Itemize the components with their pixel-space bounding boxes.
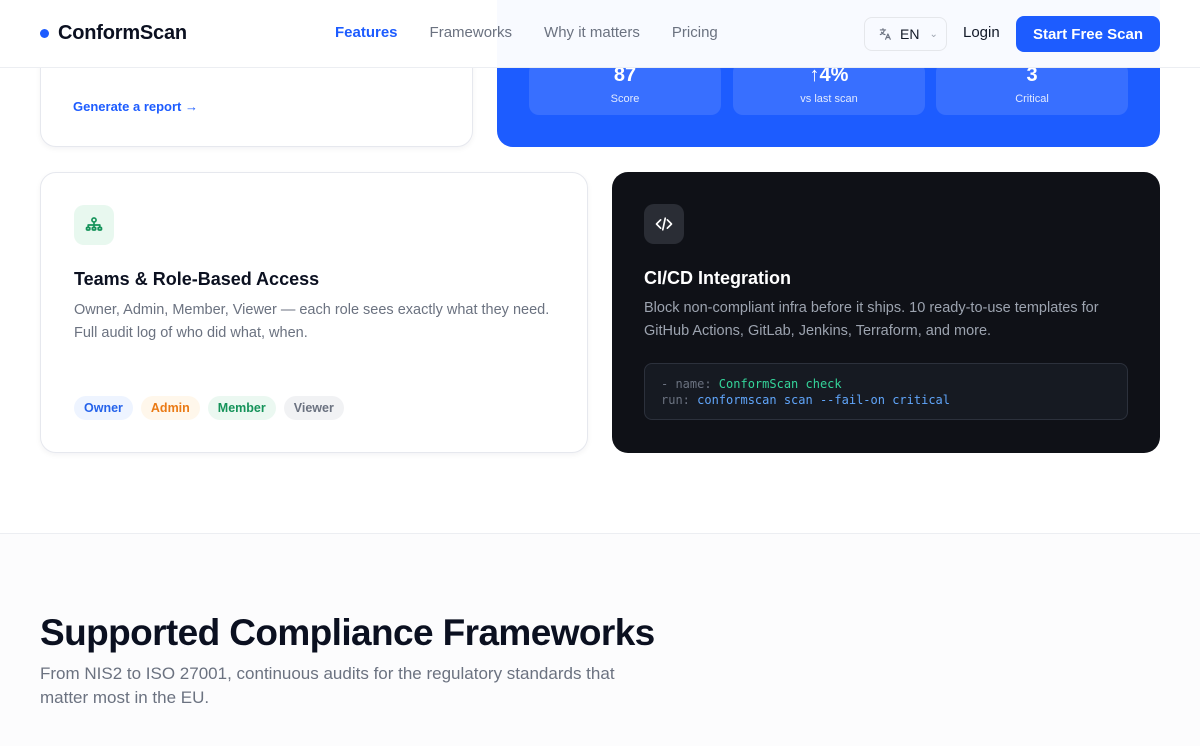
teams-description: Owner, Admin, Member, Viewer — each role… (74, 302, 550, 341)
code-line: - name: ConformScan check (661, 376, 1111, 392)
stat-label: Critical (1015, 93, 1049, 105)
language-code: EN (900, 26, 920, 42)
generate-report-link[interactable]: Generate a report → (73, 99, 198, 114)
code-key: run: (661, 393, 698, 407)
code-key: - name: (661, 377, 719, 391)
role-chip-owner: Owner (74, 396, 133, 420)
role-chips: Owner Admin Member Viewer (74, 396, 344, 420)
role-chip-admin: Admin (140, 396, 200, 420)
code-icon (644, 204, 684, 244)
nav-pricing[interactable]: Pricing (672, 24, 718, 41)
main-nav: Features Frameworks Why it matters Prici… (335, 24, 718, 41)
teams-card: Teams & Role-Based Access Owner, Admin, … (40, 172, 588, 453)
nav-why-it-matters[interactable]: Why it matters (544, 24, 640, 41)
code-snippet: - name: ConformScan check run: conformsc… (644, 363, 1128, 420)
frameworks-subtitle: From NIS2 to ISO 27001, continuous audit… (40, 664, 615, 707)
stat-label: vs last scan (800, 93, 858, 105)
nav-features[interactable]: Features (335, 24, 398, 41)
role-chip-viewer: Viewer (283, 396, 344, 420)
ci-description: Block non-compliant infra before it ship… (644, 300, 1099, 339)
frameworks-title: Supported Compliance Frameworks (40, 612, 655, 653)
nav-frameworks[interactable]: Frameworks (430, 24, 513, 41)
site-header: ConformScan Features Frameworks Why it m… (0, 0, 1200, 68)
code-value: conformscan scan --fail-on critical (697, 393, 950, 407)
stat-change: ↑4% vs last scan (733, 62, 925, 115)
ci-card: CI/CD Integration Block non-compliant in… (612, 172, 1160, 453)
login-link[interactable]: Login (963, 24, 1000, 41)
language-selector[interactable]: EN ⌄ (864, 17, 947, 51)
teams-title: Teams & Role-Based Access (74, 269, 320, 289)
code-value: ConformScan check (718, 377, 842, 391)
org-chart-icon (74, 205, 114, 245)
stat-label: Score (610, 93, 640, 105)
stat-critical: 3 Critical (936, 62, 1128, 115)
role-chip-member: Member (207, 396, 276, 420)
start-free-scan-button[interactable]: Start Free Scan (1016, 16, 1160, 52)
stat-score: 87 Score (529, 62, 721, 115)
translate-icon (879, 28, 891, 40)
ci-title: CI/CD Integration (644, 268, 791, 288)
brand-dot-icon (40, 29, 49, 38)
code-line: run: conformscan scan --fail-on critical (661, 392, 1111, 408)
chevron-down-icon: ⌄ (929, 28, 938, 40)
brand-name: ConformScan (58, 22, 187, 44)
brand-logo[interactable]: ConformScan (40, 22, 187, 45)
